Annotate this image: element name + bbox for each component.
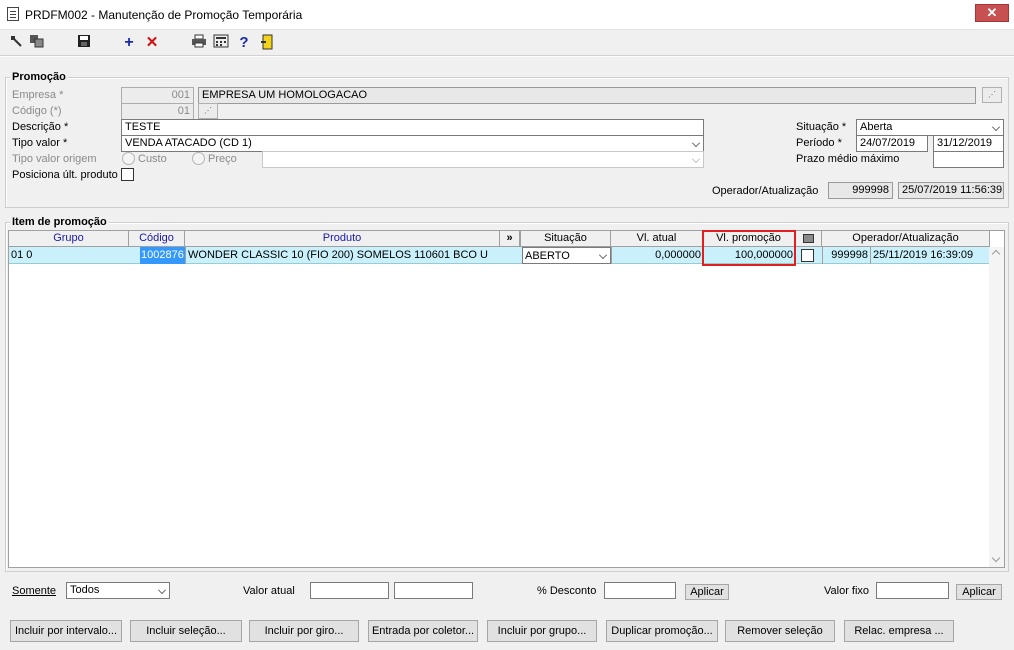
- col-header-codigo[interactable]: Código: [129, 231, 185, 247]
- preco-label: Preço: [208, 153, 237, 165]
- tipo-valor-value: VENDA ATACADO (CD 1): [125, 137, 252, 149]
- prazo-label: Prazo médio máximo: [796, 153, 900, 165]
- incluir-intervalo-button[interactable]: Incluir por intervalo...: [10, 620, 122, 642]
- cell-situacao-select[interactable]: ABERTO: [522, 247, 611, 264]
- operador-label: Operador/Atualização: [712, 185, 819, 197]
- incluir-selecao-button[interactable]: Incluir seleção...: [130, 620, 242, 642]
- preco-radio[interactable]: [192, 152, 205, 165]
- situacao-label: Situação *: [796, 121, 847, 133]
- codigo-field: 01: [121, 103, 194, 120]
- empresa-label: Empresa *: [12, 89, 64, 101]
- promocao-group-title: Promoção: [10, 71, 68, 83]
- somente-label: Somente: [12, 585, 57, 597]
- col-header-situacao[interactable]: Situação: [520, 231, 611, 247]
- valor-atual-label: Valor atual: [243, 585, 295, 597]
- custo-label: Custo: [138, 153, 167, 165]
- save-icon[interactable]: [75, 34, 93, 52]
- empresa-name-field: EMPRESA UM HOMOLOGACAO: [198, 87, 976, 104]
- remover-selecao-button[interactable]: Remover seleção: [725, 620, 835, 642]
- custo-radio[interactable]: [122, 152, 135, 165]
- print-icon[interactable]: [190, 34, 208, 52]
- add-icon[interactable]: +: [120, 34, 138, 52]
- select-all-checkbox-icon: [802, 234, 814, 243]
- cell-atualizacao[interactable]: 25/11/2019 16:39:09: [870, 247, 990, 264]
- toolbar-separator: [0, 55, 1014, 57]
- desconto-label: % Desconto: [537, 585, 597, 597]
- items-grid[interactable]: Grupo Código Produto » Situação Vl. atua…: [8, 230, 1005, 568]
- chevron-down-icon: [158, 586, 166, 594]
- incluir-grupo-button[interactable]: Incluir por grupo...: [487, 620, 597, 642]
- posiciona-label: Posiciona últ. produto: [12, 169, 118, 181]
- valor-fixo-label: Valor fixo: [824, 585, 870, 597]
- vl-promocao-highlight: [702, 230, 796, 266]
- periodo-fim-input[interactable]: 31/12/2019: [933, 135, 1004, 152]
- situacao-value: Aberta: [860, 121, 893, 133]
- scroll-up-icon[interactable]: [991, 249, 1001, 259]
- aplicar-desconto-button[interactable]: Aplicar: [685, 584, 729, 600]
- col-header-vl-atual[interactable]: Vl. atual: [611, 231, 703, 247]
- col-header-operador[interactable]: Operador/Atualização: [822, 231, 990, 247]
- prazo-input[interactable]: [933, 151, 1004, 168]
- valor-atual-min-input[interactable]: [310, 582, 389, 599]
- exit-door-icon[interactable]: [258, 34, 276, 52]
- cell-produto[interactable]: WONDER CLASSIC 10 (FIO 200) SOMELOS 1106…: [185, 247, 520, 264]
- col-header-select-all[interactable]: [795, 231, 822, 247]
- help-icon[interactable]: ?: [235, 34, 253, 52]
- atualizacao-field: 25/07/2019 11:56:39: [898, 182, 1004, 199]
- periodo-inicio-input[interactable]: 24/07/2019: [856, 135, 928, 152]
- tipo-valor-label: Tipo valor *: [12, 137, 68, 149]
- valor-atual-max-input[interactable]: [394, 582, 473, 599]
- calculator-icon[interactable]: [212, 34, 230, 52]
- empresa-code-field: 001: [121, 87, 194, 104]
- chevron-down-icon: [599, 251, 607, 259]
- codigo-label: Código (*): [12, 105, 62, 117]
- first-record-icon[interactable]: [7, 34, 25, 52]
- cell-codigo[interactable]: 1002876: [140, 247, 185, 264]
- tipo-valor-select[interactable]: VENDA ATACADO (CD 1): [121, 135, 704, 152]
- situacao-select[interactable]: Aberta: [856, 119, 1004, 136]
- close-button[interactable]: ✕: [975, 4, 1009, 22]
- item-group-title: Item de promoção: [10, 216, 109, 228]
- tipo-valor-origem-select[interactable]: [262, 151, 704, 168]
- tipo-valor-origem-label: Tipo valor origem: [12, 153, 97, 165]
- descricao-input[interactable]: TESTE: [121, 119, 704, 136]
- posiciona-checkbox[interactable]: [121, 168, 134, 181]
- descricao-label: Descrição *: [12, 121, 69, 133]
- cell-situacao-value: ABERTO: [525, 250, 570, 262]
- chevron-down-icon: [992, 123, 1000, 131]
- col-expand-button[interactable]: »: [500, 231, 520, 247]
- scroll-down-icon[interactable]: [991, 553, 1001, 563]
- vertical-scrollbar[interactable]: [989, 247, 1004, 567]
- cell-operador[interactable]: 999998: [822, 247, 870, 264]
- chevron-down-icon: [692, 155, 700, 163]
- periodo-label: Período *: [796, 137, 842, 149]
- relac-empresa-button[interactable]: Relac. empresa ...: [844, 620, 954, 642]
- incluir-giro-button[interactable]: Incluir por giro...: [249, 620, 359, 642]
- somente-value: Todos: [70, 584, 100, 596]
- delete-icon[interactable]: ✕: [143, 34, 161, 52]
- empresa-lookup-button[interactable]: ⋰: [982, 87, 1002, 103]
- window-title: PRDFM002 - Manutenção de Promoção Tempor…: [25, 8, 303, 22]
- operador-field: 999998: [828, 182, 893, 199]
- valor-fixo-input[interactable]: [876, 582, 949, 599]
- col-header-produto[interactable]: Produto: [185, 231, 500, 247]
- app-document-icon: [7, 7, 19, 21]
- col-header-grupo[interactable]: Grupo: [9, 231, 129, 247]
- cell-grupo[interactable]: 01 0: [9, 247, 129, 264]
- somente-select[interactable]: Todos: [66, 582, 170, 599]
- row-select-checkbox[interactable]: [801, 249, 814, 262]
- aplicar-valor-fixo-button[interactable]: Aplicar: [956, 584, 1002, 600]
- toolbar: + ✕ ?: [0, 31, 1014, 55]
- chevron-down-icon: [692, 139, 700, 147]
- copy-records-icon[interactable]: [28, 34, 46, 52]
- duplicar-promocao-button[interactable]: Duplicar promoção...: [606, 620, 718, 642]
- title-bar: PRDFM002 - Manutenção de Promoção Tempor…: [0, 0, 1014, 30]
- entrada-coletor-button[interactable]: Entrada por coletor...: [368, 620, 478, 642]
- cell-vl-atual[interactable]: 0,000000: [611, 247, 703, 264]
- codigo-lookup-button[interactable]: ⋰: [198, 103, 218, 119]
- desconto-input[interactable]: [604, 582, 676, 599]
